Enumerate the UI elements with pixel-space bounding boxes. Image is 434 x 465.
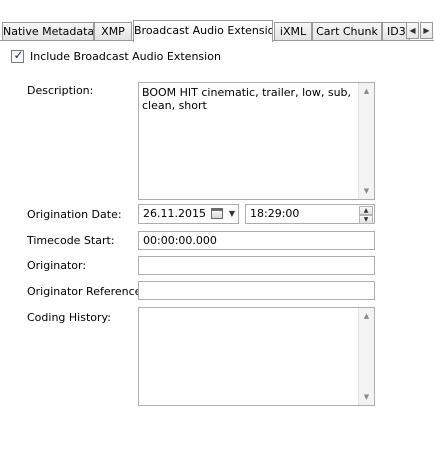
tab-label: Native Metadata [3, 25, 94, 38]
description-label: Description: [27, 84, 94, 97]
tab-label: Broadcast Audio Extension [134, 24, 273, 37]
tab-native-metadata[interactable]: Native Metadata [2, 22, 94, 40]
include-bext-checkbox[interactable]: ✓ [11, 48, 24, 63]
tab-scroll-buttons: ◀ ▶ [406, 22, 434, 40]
tab-label: iXML [279, 25, 307, 38]
scroll-up-icon[interactable]: ▲ [359, 308, 374, 324]
tab-broadcast-audio-extension[interactable]: Broadcast Audio Extension [133, 20, 273, 42]
originator-reference-label: Originator Reference: [27, 285, 146, 298]
include-bext-label: Include Broadcast Audio Extension [30, 50, 221, 63]
checkmark-icon: ✓ [13, 48, 24, 62]
description-scrollbar[interactable]: ▲ ▼ [358, 83, 374, 199]
time-spinner[interactable]: ▲ ▼ [359, 206, 373, 224]
origination-date-value: 26.11.2015 [143, 207, 206, 220]
timecode-start-input[interactable]: 00:00:00.000 [138, 231, 375, 250]
scroll-down-icon[interactable]: ▼ [359, 183, 374, 199]
tab-label: Cart Chunk [316, 25, 378, 38]
origination-date-picker[interactable]: 26.11.2015 ▼ [138, 204, 239, 224]
coding-history-scrollbar[interactable]: ▲ ▼ [358, 308, 374, 405]
originator-input[interactable] [138, 256, 375, 275]
timecode-start-label: Timecode Start: [27, 234, 115, 247]
scroll-up-icon[interactable]: ▲ [359, 83, 374, 99]
calendar-icon[interactable] [211, 208, 223, 219]
arrow-left-icon[interactable]: ◀ [406, 22, 419, 39]
origination-date-label: Origination Date: [27, 208, 122, 221]
description-textarea[interactable]: BOOM HIT cinematic, trailer, low, sub, c… [138, 82, 375, 200]
scroll-down-icon[interactable]: ▼ [359, 389, 374, 405]
spin-up-icon[interactable]: ▲ [359, 206, 373, 215]
tab-cart-chunk[interactable]: Cart Chunk [312, 22, 382, 40]
include-bext-row[interactable]: ✓ Include Broadcast Audio Extension [11, 48, 221, 63]
originator-label: Originator: [27, 259, 87, 272]
timecode-start-value: 00:00:00.000 [143, 234, 217, 247]
chevron-down-icon[interactable]: ▼ [229, 209, 235, 218]
origination-time-field[interactable]: 18:29:00 ▲ ▼ [245, 204, 375, 224]
spin-down-icon[interactable]: ▼ [359, 215, 373, 224]
origination-time-value: 18:29:00 [250, 207, 300, 220]
tab-strip: Native Metadata XMP Broadcast Audio Exte… [0, 0, 434, 42]
tab-ixml[interactable]: iXML [274, 22, 312, 40]
tab-label: ID3 [387, 25, 406, 38]
bext-panel: ✓ Include Broadcast Audio Extension Desc… [0, 41, 434, 465]
coding-history-textarea[interactable]: ▲ ▼ [138, 307, 375, 406]
bext-editor-window: Native Metadata XMP Broadcast Audio Exte… [0, 0, 434, 465]
tab-xmp[interactable]: XMP [94, 22, 132, 40]
arrow-right-icon[interactable]: ▶ [420, 22, 433, 39]
coding-history-label: Coding History: [27, 311, 111, 324]
tab-label: XMP [101, 25, 125, 38]
description-value: BOOM HIT cinematic, trailer, low, sub, c… [142, 86, 352, 112]
originator-reference-input[interactable] [138, 281, 375, 300]
